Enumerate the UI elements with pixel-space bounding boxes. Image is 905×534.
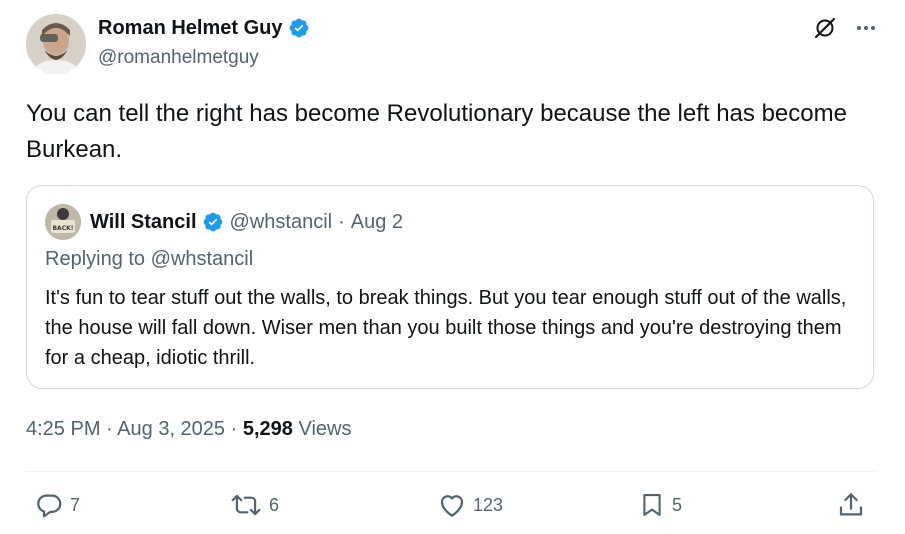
verified-badge-icon (288, 17, 310, 39)
meta-separator: · (106, 418, 113, 440)
quoted-replying-to: Replying to @whstancil (45, 248, 254, 270)
quoted-separator: · (338, 210, 345, 233)
like-count: 123 (473, 494, 504, 515)
bookmark-icon (638, 490, 666, 520)
reply-count: 7 (70, 494, 81, 515)
like-icon (437, 490, 467, 520)
views-count: 5,298 (242, 418, 293, 440)
tweet-top-actions (813, 16, 877, 40)
author-avatar[interactable] (26, 14, 86, 74)
quoted-author-name[interactable]: Will Stancil (90, 211, 197, 234)
tweet-text: You can tell the right has become Revolu… (26, 100, 847, 163)
avatar-sign-text: BACK! (52, 225, 73, 232)
author-name[interactable]: Roman Helmet Guy (98, 16, 282, 40)
quoted-tweet[interactable]: BACK! Will Stancil @whstancil · Aug 2 Re… (26, 185, 874, 389)
reply-icon (34, 490, 64, 520)
tweet-meta: 4:25 PM · Aug 3, 2025 · 5,298 Views (26, 418, 351, 441)
author-name-row: Roman Helmet Guy (98, 16, 310, 40)
quoted-tweet-header: BACK! Will Stancil @whstancil · Aug 2 (45, 204, 403, 240)
meta-separator: · (230, 418, 238, 440)
reply-button[interactable]: 7 (34, 490, 80, 520)
author-handle[interactable]: @romanhelmetguy (98, 47, 259, 69)
like-button[interactable]: 123 (437, 490, 503, 520)
verified-badge-icon (202, 211, 224, 233)
bookmark-button[interactable]: 5 (638, 490, 682, 520)
repost-button[interactable]: 6 (229, 490, 279, 520)
tweet-date[interactable]: Aug 3, 2025 (117, 418, 225, 440)
divider (26, 471, 876, 472)
share-icon (836, 490, 866, 520)
action-bar: 7 6 123 5 (0, 490, 905, 526)
bookmark-count: 5 (672, 494, 683, 515)
tweet-time[interactable]: 4:25 PM (26, 418, 100, 440)
more-icon[interactable] (855, 17, 877, 39)
views-label: Views (298, 418, 352, 440)
grok-icon[interactable] (813, 16, 837, 40)
share-button[interactable] (836, 490, 866, 520)
quoted-date[interactable]: Aug 2 (351, 211, 403, 234)
quoted-author-handle[interactable]: @whstancil (230, 211, 333, 234)
quoted-author-avatar[interactable]: BACK! (45, 204, 81, 240)
repost-icon (229, 490, 263, 520)
quoted-tweet-text: It's fun to tear stuff out the walls, to… (45, 287, 847, 369)
repost-count: 6 (269, 494, 280, 515)
